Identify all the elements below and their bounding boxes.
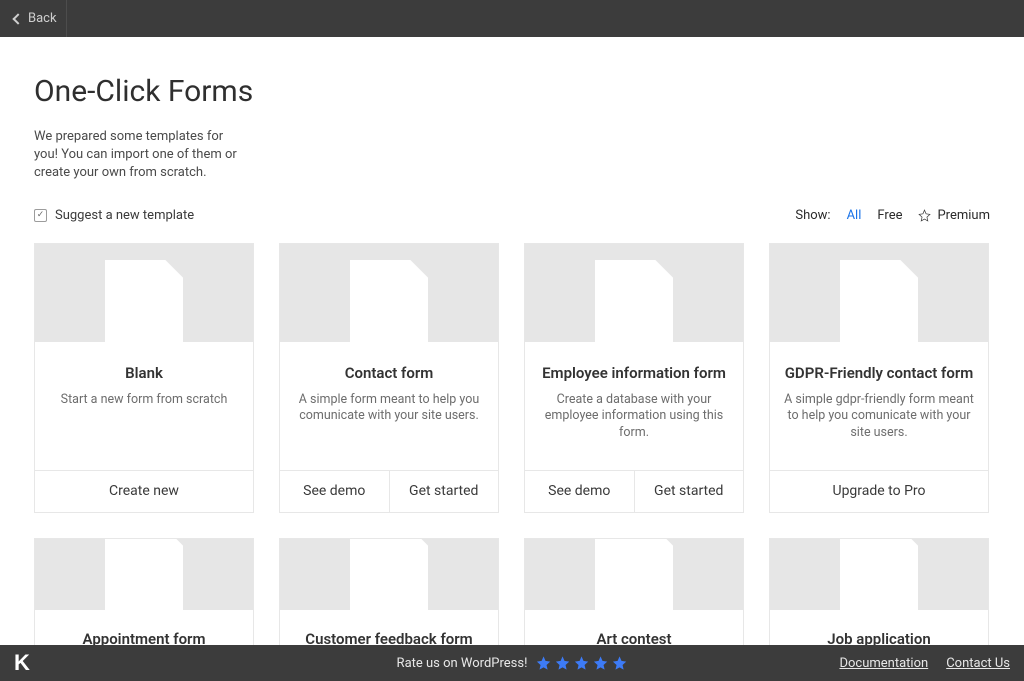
bottom-bar: K Rate us on WordPress! Documentation Co… xyxy=(0,645,1024,681)
contact-us-link[interactable]: Contact Us xyxy=(946,656,1010,671)
upgrade-pro-button[interactable]: Upgrade to Pro xyxy=(770,471,988,512)
template-thumb xyxy=(280,244,498,342)
star-icon xyxy=(918,209,931,222)
see-demo-button[interactable]: See demo xyxy=(525,471,634,512)
page: One-Click Forms We prepared some templat… xyxy=(0,0,1024,681)
filter-all[interactable]: All xyxy=(847,208,862,223)
filter-premium-label: Premium xyxy=(937,208,990,223)
paper-icon xyxy=(350,539,428,610)
template-actions: Create new xyxy=(35,470,253,512)
template-card-customer-feedback: Customer feedback form xyxy=(279,538,499,658)
template-title: GDPR-Friendly contact form xyxy=(784,364,974,382)
toolbar-row: ✓ Suggest a new template Show: All Free … xyxy=(34,208,990,223)
template-card-appointment: Appointment form xyxy=(34,538,254,658)
bottom-right-links: Documentation Contact Us xyxy=(839,656,1010,671)
template-card-employee: Employee information form Create a datab… xyxy=(524,243,744,513)
create-new-button[interactable]: Create new xyxy=(35,471,253,512)
template-title: Contact form xyxy=(294,364,484,382)
template-desc: A simple gdpr-friendly form meant to hel… xyxy=(784,392,974,443)
see-demo-button[interactable]: See demo xyxy=(280,471,389,512)
template-thumb xyxy=(280,539,498,610)
star-rating xyxy=(535,655,627,671)
template-body: Blank Start a new form from scratch xyxy=(35,342,253,470)
get-started-button[interactable]: Get started xyxy=(389,471,499,512)
checkbox-icon: ✓ xyxy=(34,209,47,222)
rate-label: Rate us on WordPress! xyxy=(397,656,528,671)
template-thumb xyxy=(525,244,743,342)
filter-label: Show: xyxy=(795,208,830,223)
template-card-gdpr: GDPR-Friendly contact form A simple gdpr… xyxy=(769,243,989,513)
template-desc: Start a new form from scratch xyxy=(49,392,239,409)
paper-icon xyxy=(595,260,673,342)
template-thumb xyxy=(35,539,253,610)
paper-icon xyxy=(840,539,918,610)
paper-icon xyxy=(105,260,183,342)
star-icon xyxy=(573,655,589,671)
paper-icon xyxy=(840,260,918,342)
template-actions: See demo Get started xyxy=(525,470,743,512)
rate-us[interactable]: Rate us on WordPress! xyxy=(397,655,628,671)
template-desc: Create a database with your employee inf… xyxy=(539,392,729,443)
brand-logo: K xyxy=(14,650,29,676)
template-thumb xyxy=(770,539,988,610)
template-actions: See demo Get started xyxy=(280,470,498,512)
template-grid: Blank Start a new form from scratch Crea… xyxy=(34,243,990,658)
get-started-button[interactable]: Get started xyxy=(634,471,744,512)
template-thumb xyxy=(525,539,743,610)
star-icon xyxy=(611,655,627,671)
template-desc: A simple form meant to help you comunica… xyxy=(294,392,484,426)
chevron-left-icon xyxy=(12,13,23,24)
paper-icon xyxy=(350,260,428,342)
template-card-blank: Blank Start a new form from scratch Crea… xyxy=(34,243,254,513)
suggest-template-link[interactable]: ✓ Suggest a new template xyxy=(34,208,194,223)
star-icon xyxy=(535,655,551,671)
top-bar-divider xyxy=(66,0,67,37)
back-button[interactable]: Back xyxy=(14,11,57,26)
template-body: Employee information form Create a datab… xyxy=(525,342,743,470)
filter-premium[interactable]: Premium xyxy=(918,208,990,223)
filter-group: Show: All Free Premium xyxy=(795,208,990,223)
back-label: Back xyxy=(28,11,57,26)
page-title: One-Click Forms xyxy=(34,74,990,109)
page-intro: We prepared some templates for you! You … xyxy=(34,128,249,183)
template-body: Contact form A simple form meant to help… xyxy=(280,342,498,470)
paper-icon xyxy=(105,539,183,610)
template-thumb xyxy=(35,244,253,342)
top-bar: Back xyxy=(0,0,1024,37)
template-card-job-application: Job application xyxy=(769,538,989,658)
template-actions: Upgrade to Pro xyxy=(770,470,988,512)
paper-icon xyxy=(595,539,673,610)
template-card-art-contest: Art contest xyxy=(524,538,744,658)
star-icon xyxy=(592,655,608,671)
suggest-label: Suggest a new template xyxy=(55,208,194,223)
template-thumb xyxy=(770,244,988,342)
star-icon xyxy=(554,655,570,671)
template-card-contact: Contact form A simple form meant to help… xyxy=(279,243,499,513)
template-title: Employee information form xyxy=(539,364,729,382)
documentation-link[interactable]: Documentation xyxy=(839,656,928,671)
template-body: GDPR-Friendly contact form A simple gdpr… xyxy=(770,342,988,470)
filter-free[interactable]: Free xyxy=(877,208,902,223)
template-title: Blank xyxy=(49,364,239,382)
